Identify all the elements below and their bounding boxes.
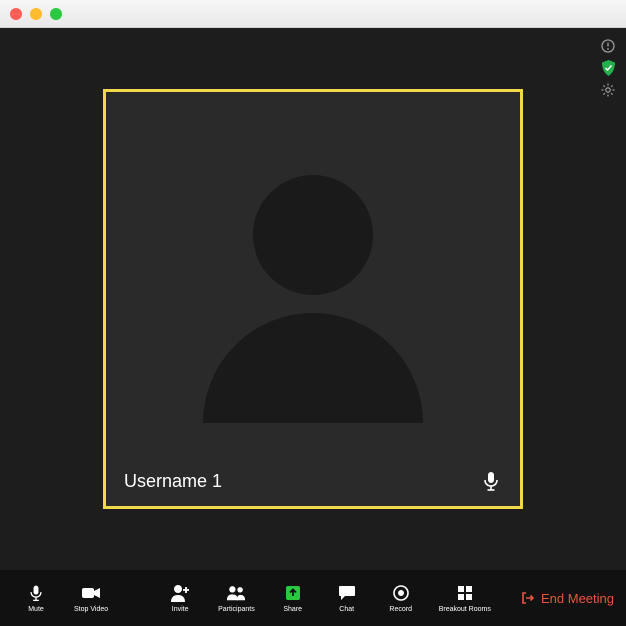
- invite-icon: [170, 583, 190, 603]
- chat-icon: [337, 583, 357, 603]
- share-icon: [283, 583, 303, 603]
- invite-label: Invite: [172, 606, 189, 613]
- shield-icon[interactable]: [600, 60, 616, 76]
- grid-icon: [455, 583, 475, 603]
- microphone-icon: [26, 583, 46, 603]
- settings-icon[interactable]: [600, 82, 616, 98]
- chat-button[interactable]: Chat: [323, 579, 371, 617]
- participants-icon: [226, 583, 246, 603]
- microphone-icon: [480, 470, 502, 492]
- invite-button[interactable]: Invite: [156, 579, 204, 617]
- tile-footer: Username 1: [124, 470, 502, 492]
- chat-label: Chat: [339, 606, 354, 613]
- close-window-button[interactable]: [10, 8, 22, 20]
- breakout-label: Breakout Rooms: [439, 606, 491, 613]
- record-icon: [391, 583, 411, 603]
- stop-video-button[interactable]: Stop Video: [66, 579, 116, 617]
- toolbar-center-group: Invite Participants Share Chat: [156, 579, 499, 617]
- bottom-toolbar: Mute Stop Video Invite Participants: [0, 570, 626, 626]
- camera-icon: [81, 583, 101, 603]
- breakout-rooms-button[interactable]: Breakout Rooms: [431, 579, 499, 617]
- avatar-placeholder-icon: [203, 175, 423, 423]
- traffic-lights: [10, 8, 62, 20]
- active-speaker-tile[interactable]: Username 1: [103, 89, 523, 509]
- mute-button[interactable]: Mute: [12, 579, 60, 617]
- maximize-window-button[interactable]: [50, 8, 62, 20]
- minimize-window-button[interactable]: [30, 8, 42, 20]
- participants-label: Participants: [218, 606, 255, 613]
- share-label: Share: [283, 606, 302, 613]
- stop-video-label: Stop Video: [74, 606, 108, 613]
- end-meeting-button[interactable]: End Meeting: [521, 591, 614, 606]
- meeting-area: Username 1: [0, 28, 626, 570]
- titlebar: [0, 0, 626, 28]
- record-label: Record: [389, 606, 412, 613]
- share-button[interactable]: Share: [269, 579, 317, 617]
- record-button[interactable]: Record: [377, 579, 425, 617]
- app-window: Username 1 Mute Stop Video: [0, 0, 626, 626]
- participant-name: Username 1: [124, 471, 222, 492]
- status-column: [600, 38, 616, 98]
- end-meeting-label: End Meeting: [541, 591, 614, 606]
- participants-button[interactable]: Participants: [210, 579, 263, 617]
- leave-icon: [521, 591, 535, 605]
- toolbar-left-group: Mute Stop Video: [12, 579, 116, 617]
- info-icon[interactable]: [600, 38, 616, 54]
- mute-label: Mute: [28, 606, 44, 613]
